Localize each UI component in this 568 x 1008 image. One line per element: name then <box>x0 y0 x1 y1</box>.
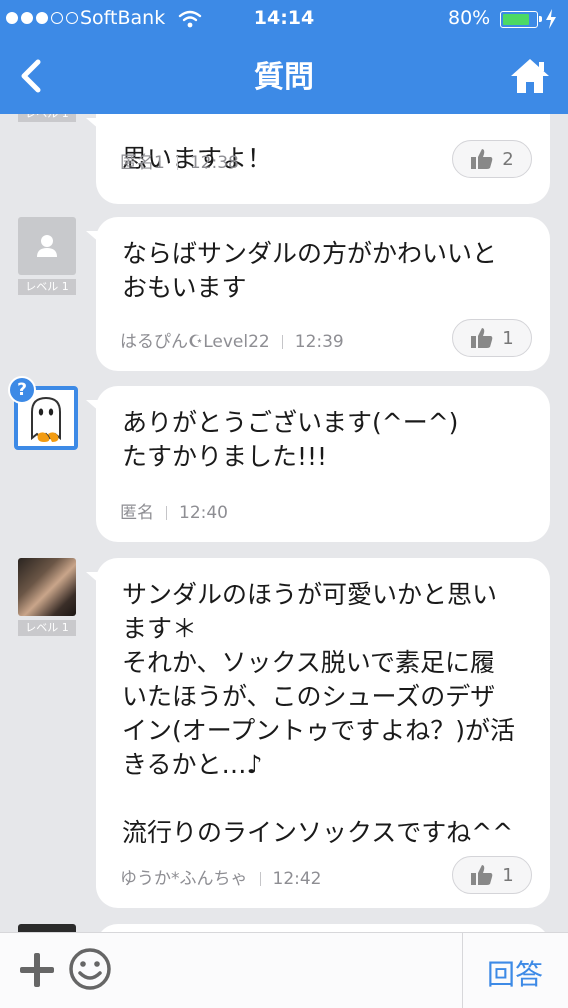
message-bubble[interactable] <box>96 924 550 932</box>
post-time: 12:39 <box>294 332 344 352</box>
page-title: 質問 <box>254 60 314 95</box>
reply-toolbar: 回答 <box>0 932 568 1008</box>
level-badge: レベル 1 <box>18 620 76 636</box>
avatar[interactable] <box>18 558 76 616</box>
thumbs-up-icon <box>471 865 493 885</box>
like-count: 2 <box>502 148 514 170</box>
level-badge: レベル 1 <box>18 114 76 122</box>
avatar[interactable] <box>18 924 76 932</box>
message-bubble[interactable]: ありがとうございます(^ー^) たすかりました!!! 匿名 12:40 <box>86 386 550 542</box>
questioner-badge: ? <box>8 376 36 404</box>
message-bubble-footer: 匿名1 12:38 2 <box>86 114 550 204</box>
status-bar: SoftBank 14:14 80% <box>0 0 568 38</box>
default-user-icon <box>37 235 57 257</box>
message-text: ならばサンダルの方がかわいいと おもいます <box>122 239 498 302</box>
avatar[interactable]: ? <box>8 376 78 450</box>
like-button[interactable]: 1 <box>452 856 532 894</box>
author-name[interactable]: 匿名1 <box>120 153 165 173</box>
message-meta: 匿名1 12:38 <box>120 148 239 173</box>
avatar-group: レベル 1 <box>18 114 76 122</box>
like-button[interactable]: 2 <box>452 140 532 178</box>
thumbs-up-icon <box>471 328 493 348</box>
smiley-icon[interactable] <box>68 947 112 991</box>
message-text: サンダルのほうが可愛いかと思い ます＊ それか、ソックス脱いで素足に履 いたほう… <box>122 580 516 847</box>
message-bubble[interactable]: サンダルのほうが可愛いかと思い ます＊ それか、ソックス脱いで素足に履 いたほう… <box>86 558 550 908</box>
message-meta: はるぴん☪Level22 12:39 <box>120 327 344 352</box>
thumbs-up-icon <box>471 149 493 169</box>
author-name[interactable]: 匿名 <box>120 503 154 523</box>
like-button[interactable]: 1 <box>452 319 532 357</box>
charging-bolt-icon <box>546 9 556 29</box>
navigation-bar: SoftBank 14:14 80% 質問 <box>0 0 568 114</box>
avatar-group: ? <box>8 376 78 450</box>
chat-thread[interactable]: レベル 1 思いますよ！ 匿名112:38 2 <box>0 114 568 932</box>
author-name[interactable]: ゆうか*ふんちゃ <box>120 869 248 889</box>
answer-button[interactable]: 回答 <box>462 953 568 993</box>
post-time: 12:40 <box>179 503 228 523</box>
battery-level-fill <box>503 14 529 25</box>
battery-icon <box>500 11 542 28</box>
message-bubble[interactable]: ならばサンダルの方がかわいいと おもいます はるぴん☪Level22 12:39 … <box>86 217 550 371</box>
level-badge: レベル 1 <box>18 279 76 295</box>
like-count: 1 <box>502 864 514 886</box>
like-count: 1 <box>502 327 514 349</box>
avatar[interactable] <box>18 217 76 275</box>
post-time: 12:42 <box>272 869 322 889</box>
post-time: 12:38 <box>189 153 239 173</box>
message-text: ありがとうございます(^ー^) たすかりました!!! <box>122 408 459 471</box>
battery-percent: 80% <box>448 7 491 29</box>
avatar-group: レベル 1 <box>18 558 76 636</box>
plus-icon[interactable] <box>16 949 58 991</box>
avatar-group <box>18 924 76 932</box>
author-name[interactable]: はるぴん☪Level22 <box>120 332 270 352</box>
message-meta: ゆうか*ふんちゃ 12:42 <box>120 864 322 889</box>
avatar-group: レベル 1 <box>18 217 76 295</box>
message-meta: 匿名 12:40 <box>120 498 228 523</box>
home-icon[interactable] <box>508 56 552 96</box>
